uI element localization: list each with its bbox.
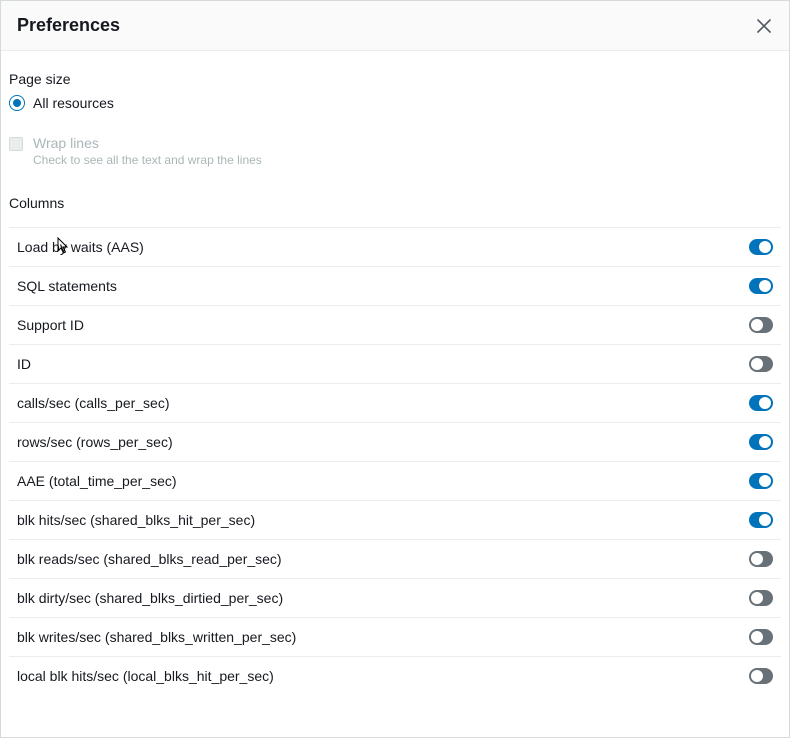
- column-label: calls/sec (calls_per_sec): [17, 395, 170, 411]
- column-toggle[interactable]: [749, 668, 773, 684]
- column-label: SQL statements: [17, 278, 117, 294]
- columns-label: Columns: [9, 195, 781, 211]
- close-icon: [757, 19, 771, 33]
- wrap-lines-row: Wrap lines Check to see all the text and…: [9, 135, 781, 167]
- wrap-lines-desc: Check to see all the text and wrap the l…: [33, 153, 262, 167]
- page-size-option-row[interactable]: All resources: [9, 95, 781, 111]
- wrap-lines-title: Wrap lines: [33, 135, 262, 151]
- column-row: blk dirty/sec (shared_blks_dirtied_per_s…: [9, 578, 781, 617]
- column-toggle[interactable]: [749, 473, 773, 489]
- dialog-title: Preferences: [17, 15, 120, 36]
- wrap-lines-checkbox[interactable]: [9, 137, 23, 151]
- column-row: Load by waits (AAS): [9, 227, 781, 266]
- column-toggle[interactable]: [749, 278, 773, 294]
- column-label: ID: [17, 356, 31, 372]
- column-toggle[interactable]: [749, 434, 773, 450]
- column-toggle[interactable]: [749, 512, 773, 528]
- radio-all-resources-label: All resources: [33, 95, 114, 111]
- wrap-lines-labels: Wrap lines Check to see all the text and…: [33, 135, 262, 167]
- page-size-section: Page size All resources: [9, 71, 781, 111]
- column-toggle[interactable]: [749, 317, 773, 333]
- page-size-label: Page size: [9, 71, 781, 87]
- column-label: blk reads/sec (shared_blks_read_per_sec): [17, 551, 282, 567]
- column-toggle[interactable]: [749, 356, 773, 372]
- column-label: AAE (total_time_per_sec): [17, 473, 177, 489]
- columns-section: Columns Load by waits (AAS) SQL statement…: [9, 195, 781, 695]
- column-row: local blk hits/sec (local_blks_hit_per_s…: [9, 656, 781, 695]
- column-row: calls/sec (calls_per_sec): [9, 383, 781, 422]
- dialog-body: Page size All resources Wrap lines Check…: [1, 51, 789, 695]
- column-label: blk dirty/sec (shared_blks_dirtied_per_s…: [17, 590, 283, 606]
- column-row: blk hits/sec (shared_blks_hit_per_sec): [9, 500, 781, 539]
- column-label: Support ID: [17, 317, 84, 333]
- dialog-header: Preferences: [1, 1, 789, 51]
- column-label: blk hits/sec (shared_blks_hit_per_sec): [17, 512, 255, 528]
- column-row: rows/sec (rows_per_sec): [9, 422, 781, 461]
- column-toggle[interactable]: [749, 395, 773, 411]
- column-label: Load by waits (AAS): [17, 239, 144, 255]
- column-row: AAE (total_time_per_sec): [9, 461, 781, 500]
- column-label: local blk hits/sec (local_blks_hit_per_s…: [17, 668, 274, 684]
- radio-all-resources[interactable]: [9, 95, 25, 111]
- column-row: SQL statements: [9, 266, 781, 305]
- column-row: blk reads/sec (shared_blks_read_per_sec): [9, 539, 781, 578]
- column-toggle[interactable]: [749, 629, 773, 645]
- column-toggle[interactable]: [749, 551, 773, 567]
- column-label: blk writes/sec (shared_blks_written_per_…: [17, 629, 296, 645]
- column-row: ID: [9, 344, 781, 383]
- close-button[interactable]: [755, 17, 773, 35]
- column-row: Support ID: [9, 305, 781, 344]
- column-toggle[interactable]: [749, 239, 773, 255]
- column-label: rows/sec (rows_per_sec): [17, 434, 173, 450]
- column-toggle[interactable]: [749, 590, 773, 606]
- columns-list: Load by waits (AAS) SQL statements Support…: [9, 227, 781, 695]
- column-row: blk writes/sec (shared_blks_written_per_…: [9, 617, 781, 656]
